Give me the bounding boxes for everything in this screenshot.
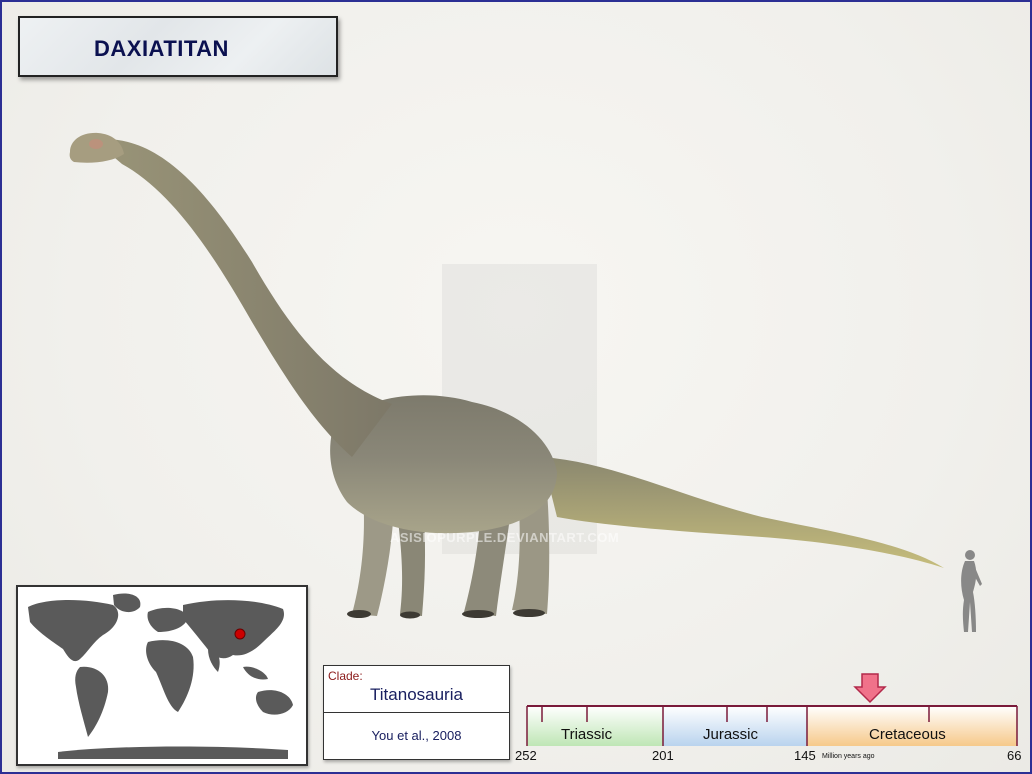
- south-america: [75, 666, 109, 737]
- human-scale-silhouette: [961, 550, 982, 632]
- unit-label: Million years ago: [822, 753, 875, 760]
- period-cretaceous: Cretaceous: [869, 726, 946, 743]
- southeast-asia: [243, 666, 268, 680]
- location-marker: [234, 628, 246, 640]
- clade-citation: You et al., 2008: [371, 728, 462, 743]
- world-map-graphic: [28, 593, 293, 759]
- australia: [255, 690, 293, 715]
- tick-201: 201: [652, 748, 674, 763]
- tick-145: 145: [794, 748, 816, 763]
- clade-divider: [324, 712, 509, 713]
- period-jurassic: Jurassic: [703, 726, 759, 743]
- greenland: [113, 593, 141, 613]
- timeline-graphic: [526, 673, 1018, 746]
- asia: [183, 600, 284, 659]
- period-triassic: Triassic: [561, 726, 613, 743]
- dinosaur-tail: [542, 457, 944, 568]
- watermark-text: ASISIOPURPLE.DEVIANTART.COM: [390, 530, 620, 545]
- tick-66: 66: [1007, 748, 1022, 763]
- north-america: [28, 600, 119, 662]
- antarctica: [58, 746, 288, 759]
- geologic-timeline: Triassic Jurassic Cretaceous 252 201 145…: [515, 670, 1027, 770]
- clade-label: Clade:: [328, 669, 363, 683]
- world-map: [16, 585, 308, 766]
- dinosaur-neck: [94, 139, 392, 457]
- tick-252: 252: [515, 748, 537, 763]
- title-box: DAXIATITAN: [18, 16, 338, 77]
- page-frame: ASISIOPURPLE.DEVIANTART.COM DAXIATITAN C…: [0, 0, 1032, 774]
- continents: [28, 593, 293, 759]
- clade-box: Clade: Titanosauria You et al., 2008: [323, 665, 510, 760]
- page-title: DAXIATITAN: [94, 36, 229, 61]
- africa: [146, 640, 194, 712]
- clade-value: Titanosauria: [370, 685, 463, 704]
- time-position-arrow: [853, 673, 887, 704]
- europe: [147, 607, 188, 632]
